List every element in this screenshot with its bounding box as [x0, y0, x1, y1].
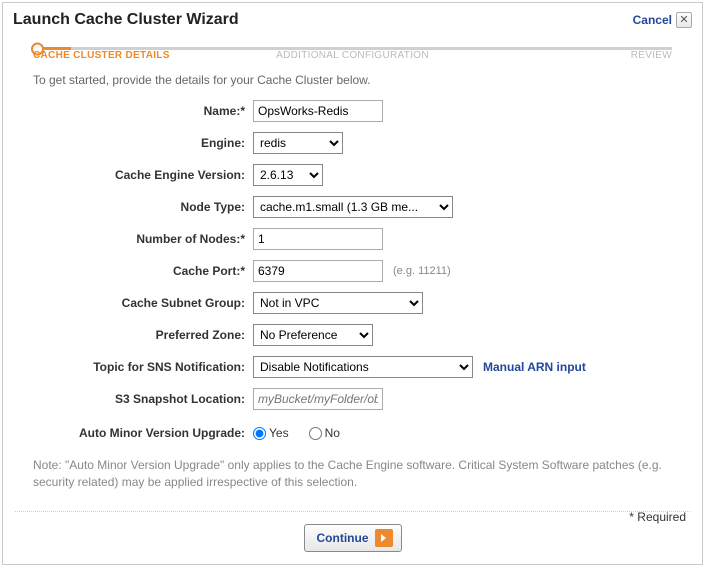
intro-text: To get started, provide the details for … — [3, 67, 702, 99]
label-cache-port: Cache Port:* — [33, 264, 253, 278]
node-type-select[interactable]: cache.m1.small (1.3 GB me... — [253, 196, 453, 218]
engine-version-select[interactable]: 2.6.13 — [253, 164, 323, 186]
name-input[interactable] — [253, 100, 383, 122]
label-num-nodes: Number of Nodes:* — [33, 232, 253, 246]
dialog-footer: * Required Continue — [3, 512, 702, 564]
step-label-2: ADDITIONAL CONFIGURATION — [246, 50, 459, 61]
cache-port-input[interactable] — [253, 260, 383, 282]
dialog-header: Launch Cache Cluster Wizard Cancel ✕ — [3, 3, 702, 33]
form: Name:* Engine: redis Cache Engine Versio… — [3, 99, 702, 445]
wizard-dialog: Launch Cache Cluster Wizard Cancel ✕ CAC… — [2, 2, 703, 565]
auto-minor-yes-wrap[interactable]: Yes — [253, 426, 289, 440]
manual-arn-link[interactable]: Manual ARN input — [483, 360, 586, 374]
label-name: Name:* — [33, 104, 253, 118]
auto-minor-note: Note: "Auto Minor Version Upgrade" only … — [3, 453, 702, 505]
auto-minor-yes-label: Yes — [269, 426, 289, 440]
engine-select[interactable]: redis — [253, 132, 343, 154]
required-legend: * Required — [629, 510, 686, 524]
label-auto-minor: Auto Minor Version Upgrade: — [33, 426, 253, 440]
cancel-group: Cancel ✕ — [633, 12, 692, 28]
label-engine: Engine: — [33, 136, 253, 150]
label-s3-snapshot: S3 Snapshot Location: — [33, 392, 253, 406]
wizard-stepper — [3, 33, 702, 50]
auto-minor-no-label: No — [325, 426, 340, 440]
dialog-title: Launch Cache Cluster Wizard — [13, 11, 239, 29]
pref-zone-select[interactable]: No Preference — [253, 324, 373, 346]
auto-minor-yes-radio[interactable] — [253, 427, 266, 440]
s3-snapshot-input[interactable] — [253, 388, 383, 410]
subnet-group-select[interactable]: Not in VPC — [253, 292, 423, 314]
label-subnet-group: Cache Subnet Group: — [33, 296, 253, 310]
stepper-labels: CACHE CLUSTER DETAILS ADDITIONAL CONFIGU… — [3, 50, 702, 67]
close-icon[interactable]: ✕ — [676, 12, 692, 28]
sns-topic-select[interactable]: Disable Notifications — [253, 356, 473, 378]
label-sns-topic: Topic for SNS Notification: — [33, 360, 253, 374]
auto-minor-no-radio[interactable] — [309, 427, 322, 440]
num-nodes-input[interactable] — [253, 228, 383, 250]
continue-button[interactable]: Continue — [304, 524, 402, 552]
cancel-link[interactable]: Cancel — [633, 13, 672, 27]
cache-port-hint: (e.g. 11211) — [393, 265, 451, 277]
auto-minor-no-wrap[interactable]: No — [309, 426, 340, 440]
label-pref-zone: Preferred Zone: — [33, 328, 253, 342]
label-engine-version: Cache Engine Version: — [33, 168, 253, 182]
continue-button-label: Continue — [317, 531, 369, 545]
arrow-right-icon — [375, 529, 393, 547]
step-label-1: CACHE CLUSTER DETAILS — [33, 50, 246, 61]
step-label-3: REVIEW — [459, 50, 672, 61]
label-node-type: Node Type: — [33, 200, 253, 214]
